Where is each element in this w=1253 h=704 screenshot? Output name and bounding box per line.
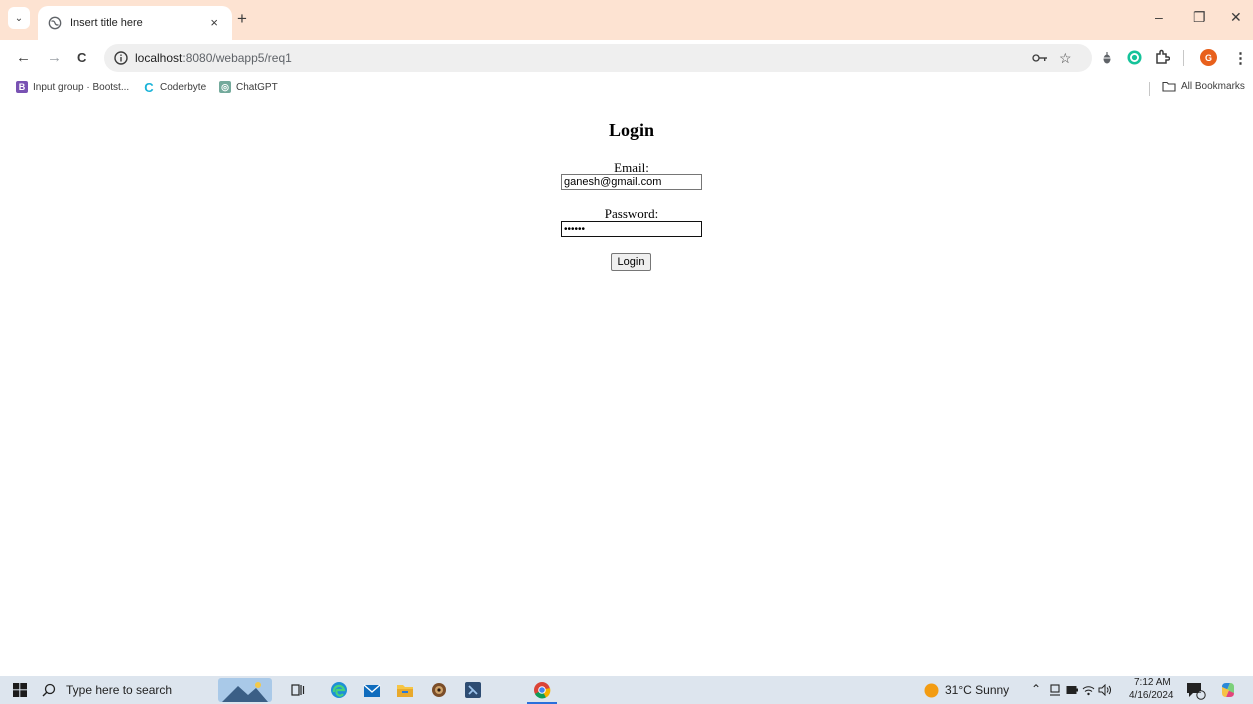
minimize-icon[interactable]: – [1155,9,1163,25]
bookmark-item-chatgpt[interactable]: ◎ ChatGPT [219,81,278,93]
browser-toolbar: ← → C localhost:8080/webapp5/req1 ☆ G ⋮ [0,40,1253,76]
battery-icon[interactable] [1066,685,1078,695]
tab-active[interactable]: Insert title here × [38,6,232,40]
windows-start-icon[interactable] [13,683,27,697]
file-explorer-icon[interactable] [396,682,414,698]
weather-text[interactable]: 31°C Sunny [945,683,1009,697]
meet-now-icon[interactable] [1049,684,1061,696]
url-host: localhost [135,51,183,65]
bookmark-label: ChatGPT [236,81,278,93]
notification-count: 2 [1197,686,1202,695]
page-title: Login [608,120,655,140]
browser-menu-icon[interactable]: ⋮ [1233,49,1248,67]
windows-taskbar: Type here to search 31°C Sunny ⌃ 7:12 AM… [0,676,1253,704]
vs-app-icon[interactable] [464,681,482,699]
toolbar-divider [1183,50,1184,66]
bookmark-item-input-group[interactable]: B Input group · Bootst... [16,81,129,93]
reload-icon[interactable]: C [77,50,86,65]
chrome-icon[interactable] [533,681,551,699]
tab-close-icon[interactable]: × [210,15,218,30]
page-content: Login Email: Password: Login [0,100,1253,648]
url-text: localhost:8080/webapp5/req1 [135,51,292,65]
bookmark-item-coderbyte[interactable]: C Coderbyte [143,79,207,95]
app-icon[interactable] [430,681,448,699]
task-view-icon[interactable] [291,683,305,697]
bookmarks-bar: B Input group · Bootst... C Coderbyte ◎ … [0,76,1253,100]
bookmark-star-icon[interactable]: ☆ [1059,50,1072,67]
show-hidden-icons-icon[interactable]: ⌃ [1031,682,1041,696]
login-button[interactable]: Login [611,253,651,271]
password-field[interactable] [561,221,702,237]
site-info-icon[interactable] [113,50,129,66]
grammarly-icon[interactable] [1127,50,1142,65]
password-label: Password: [604,206,659,221]
search-icon [42,683,56,697]
copilot-icon[interactable] [1219,681,1237,699]
search-placeholder: Type here to search [66,683,173,697]
tab-title: Insert title here [70,17,143,29]
back-icon[interactable]: ← [16,49,31,66]
address-bar[interactable]: localhost:8080/webapp5/req1 ☆ [104,44,1092,72]
url-path: :8080/webapp5/req1 [182,51,292,65]
bookmark-label: Input group · Bootst... [33,81,130,93]
weather-sun-icon[interactable] [924,683,939,698]
profile-avatar[interactable]: G [1200,49,1217,66]
extensions-puzzle-icon[interactable] [1154,49,1170,65]
chatgpt-icon: ◎ [219,81,231,93]
clock-date[interactable]: 4/16/2024 [1129,690,1174,701]
restore-icon[interactable]: ❐ [1193,9,1206,26]
all-bookmarks-label: All Bookmarks [1181,81,1245,92]
chevron-down-icon: ⌄ [14,12,24,24]
taskbar-search[interactable]: Type here to search [42,676,172,704]
globe-icon [48,16,62,30]
tab-search-button[interactable]: ⌄ [8,7,30,29]
wifi-icon[interactable] [1082,684,1095,696]
coderbyte-icon: C [144,79,154,95]
bookmark-label: Coderbyte [160,81,207,93]
new-tab-button[interactable]: + [237,9,247,29]
tab-strip: ⌄ Insert title here × + – ❐ ✕ [0,0,1253,40]
extension-bug-icon[interactable] [1100,51,1114,65]
bookmarks-divider [1149,82,1150,96]
edge-browser-icon[interactable] [330,681,348,699]
volume-icon[interactable] [1098,684,1112,696]
search-highlight-icon[interactable] [218,678,272,702]
mail-icon[interactable] [363,682,381,698]
all-bookmarks-button[interactable]: All Bookmarks [1162,81,1245,92]
folder-icon [1162,81,1176,92]
bootstrap-icon: B [16,81,28,93]
clock-time[interactable]: 7:12 AM [1134,677,1171,688]
window-close-icon[interactable]: ✕ [1230,9,1242,26]
password-key-icon[interactable] [1032,52,1048,64]
forward-icon[interactable]: → [47,49,62,66]
email-field[interactable] [561,174,702,190]
notifications-icon[interactable] [1186,682,1206,700]
